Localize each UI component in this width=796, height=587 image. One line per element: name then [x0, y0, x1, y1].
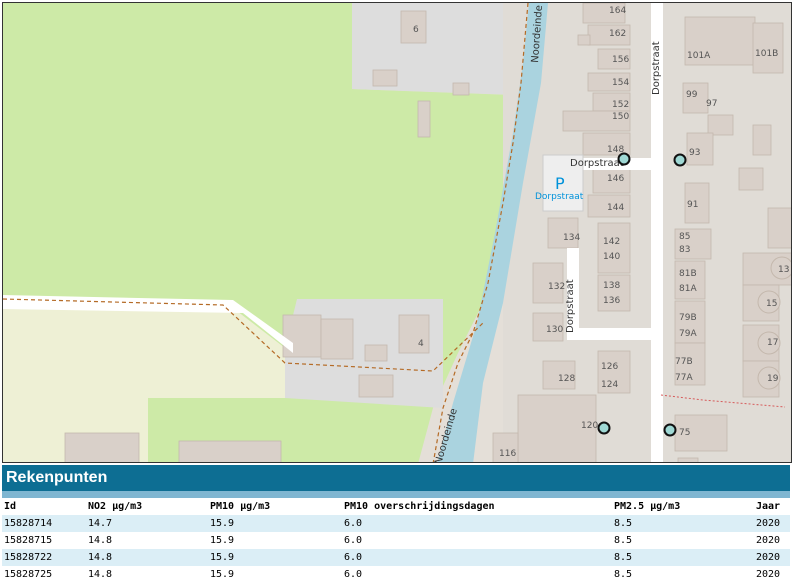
rekenpunten-table: Id NO2 µg/m3 PM10 µg/m3 PM10 overschrijd…	[2, 498, 790, 583]
house-number-label: 93	[689, 148, 700, 158]
house-number-label: 19	[767, 374, 779, 384]
house-number-label: 142	[603, 237, 620, 247]
house-number-label: 79B	[679, 313, 697, 323]
house-number-label: 6	[413, 25, 419, 35]
house-number-label: 120	[581, 421, 598, 431]
house-number-label: 140	[603, 252, 620, 262]
house-number-label: 81B	[679, 269, 697, 279]
column-header-id: Id	[2, 498, 86, 515]
parking-label: Dorpstraat	[535, 192, 584, 202]
column-header-year: Jaar	[754, 498, 790, 515]
cell-no2: 14.8	[86, 549, 208, 566]
house-number-label: 134	[563, 233, 580, 243]
table-row[interactable]: 15828722 14.8 15.9 6.0 8.5 2020	[2, 549, 790, 566]
house-number-label: 164	[609, 6, 626, 16]
house-number-label: 138	[603, 281, 620, 291]
panel-title: Rekenpunten	[2, 465, 790, 491]
house-number-label: 81A	[679, 284, 697, 294]
rekenpunt-marker[interactable]	[597, 421, 611, 435]
house-number-label: 4	[418, 339, 424, 349]
cell-no2: 14.8	[86, 566, 208, 583]
house-number-label: 128	[558, 374, 575, 384]
column-header-pm10-days: PM10 overschrijdingsdagen	[342, 498, 612, 515]
cell-id: 15828714	[2, 515, 86, 532]
table-row[interactable]: 15828725 14.8 15.9 6.0 8.5 2020	[2, 566, 790, 583]
cell-pm25: 8.5	[612, 549, 754, 566]
cell-pm25: 8.5	[612, 566, 754, 583]
house-number-label: 150	[612, 112, 629, 122]
house-number-label: 79A	[679, 329, 697, 339]
cell-pm10: 15.9	[208, 566, 342, 583]
house-number-label: 116	[499, 449, 516, 459]
rekenpunt-marker[interactable]	[673, 153, 687, 167]
house-number-label: 152	[612, 100, 629, 110]
cell-pm10-days: 6.0	[342, 549, 612, 566]
house-number-label: 17	[767, 338, 778, 348]
house-number-label: 75	[679, 428, 690, 438]
house-number-label: 124	[601, 380, 618, 390]
rekenpunten-panel: Rekenpunten Id NO2 µg/m3 PM10 µg/m3 PM10…	[2, 465, 790, 583]
panel-divider	[2, 491, 790, 498]
cell-pm10-days: 6.0	[342, 532, 612, 549]
table-row[interactable]: 15828715 14.8 15.9 6.0 8.5 2020	[2, 532, 790, 549]
map-canvas[interactable]: Noordeinde Noordeinde Dorpstraat Dorpstr…	[3, 3, 792, 463]
street-label-dorpstraat-side: Dorpstraat	[565, 279, 576, 333]
map-view[interactable]: Noordeinde Noordeinde Dorpstraat Dorpstr…	[2, 2, 792, 463]
house-number-label: 146	[607, 174, 624, 184]
rekenpunt-marker[interactable]	[663, 423, 677, 437]
house-number-label: 15	[766, 299, 777, 309]
street-label-dorpstraat: Dorpstraat	[570, 158, 624, 169]
column-header-pm10: PM10 µg/m3	[208, 498, 342, 515]
cell-pm10-days: 6.0	[342, 515, 612, 532]
column-header-pm25: PM2.5 µg/m3	[612, 498, 754, 515]
house-number-label: 101B	[755, 49, 778, 59]
cell-year: 2020	[754, 532, 790, 549]
cell-year: 2020	[754, 549, 790, 566]
table-row[interactable]: 15828714 14.7 15.9 6.0 8.5 2020	[2, 515, 790, 532]
parking-icon: P	[555, 174, 565, 193]
cell-pm25: 8.5	[612, 532, 754, 549]
cell-pm10-days: 6.0	[342, 566, 612, 583]
house-number-label: 156	[612, 55, 629, 65]
house-number-label: 91	[687, 200, 698, 210]
house-number-label: 99	[686, 90, 698, 100]
house-number-label: 77B	[675, 357, 693, 367]
cell-year: 2020	[754, 515, 790, 532]
cell-id: 15828722	[2, 549, 86, 566]
house-number-label: 101A	[687, 51, 711, 61]
house-number-label: 126	[601, 362, 618, 372]
rekenpunt-marker[interactable]	[617, 152, 631, 166]
house-number-label: 154	[612, 78, 629, 88]
cell-no2: 14.8	[86, 532, 208, 549]
cell-id: 15828725	[2, 566, 86, 583]
cell-no2: 14.7	[86, 515, 208, 532]
house-number-label: 97	[706, 99, 717, 109]
house-number-label: 77A	[675, 373, 693, 383]
cell-pm10: 15.9	[208, 549, 342, 566]
column-header-no2: NO2 µg/m3	[86, 498, 208, 515]
house-number-label: 85	[679, 232, 690, 242]
street-label-dorpstraat-vertical: Dorpstraat	[651, 41, 662, 95]
cell-id: 15828715	[2, 532, 86, 549]
house-number-label: 144	[607, 203, 624, 213]
table-header-row: Id NO2 µg/m3 PM10 µg/m3 PM10 overschrijd…	[2, 498, 790, 515]
cell-pm10: 15.9	[208, 515, 342, 532]
house-number-label: 162	[609, 29, 626, 39]
cell-pm25: 8.5	[612, 515, 754, 532]
house-number-label: 136	[603, 296, 620, 306]
cell-year: 2020	[754, 566, 790, 583]
house-number-label: 83	[679, 245, 690, 255]
cell-pm10: 15.9	[208, 532, 342, 549]
house-number-label: 132	[548, 282, 565, 292]
house-number-label: 13	[778, 265, 789, 275]
house-number-label: 130	[546, 325, 563, 335]
